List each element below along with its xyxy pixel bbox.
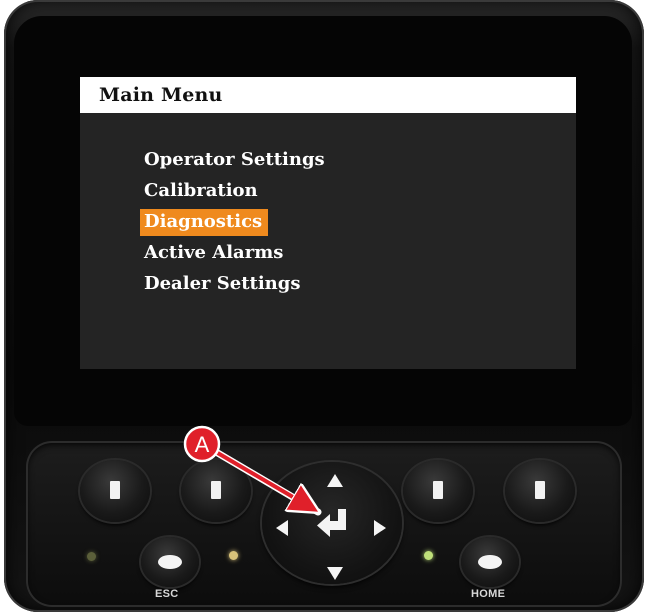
menu-list: Operator Settings Calibration Diagnostic… (140, 147, 331, 302)
soft-key-indicator (535, 481, 545, 499)
menu-item-dealer-settings[interactable]: Dealer Settings (140, 271, 331, 302)
soft-key-1[interactable] (80, 460, 150, 522)
menu-item-operator-settings[interactable]: Operator Settings (140, 147, 331, 178)
display: Main Menu Operator Settings Calibration … (80, 77, 576, 369)
home-button[interactable] (461, 537, 519, 587)
soft-key-4[interactable] (505, 460, 575, 522)
home-label: HOME (471, 588, 506, 600)
menu-item-label: Dealer Settings (144, 273, 301, 294)
menu-item-diagnostics[interactable]: Diagnostics (140, 209, 331, 240)
soft-key-indicator (433, 481, 443, 499)
status-led (87, 552, 96, 561)
soft-key-3[interactable] (403, 460, 473, 522)
arrow-down-icon[interactable] (327, 567, 343, 580)
esc-button[interactable] (141, 537, 199, 587)
menu-item-label: Active Alarms (144, 242, 284, 263)
soft-key-indicator (110, 481, 120, 499)
esc-label: ESC (155, 588, 179, 600)
menu-item-label: Diagnostics (140, 209, 269, 236)
menu-item-label: Operator Settings (144, 149, 325, 170)
callout-label: A (195, 432, 210, 457)
menu-item-calibration[interactable]: Calibration (140, 178, 331, 209)
arrow-right-icon[interactable] (374, 520, 386, 536)
esc-key-dot (158, 555, 182, 569)
menu-title: Main Menu (99, 84, 223, 106)
callout-annotation: A (183, 425, 362, 516)
menu-header: Main Menu (80, 77, 576, 113)
status-led (229, 551, 238, 560)
menu-item-label: Calibration (144, 180, 258, 201)
menu-item-active-alarms[interactable]: Active Alarms (140, 240, 331, 271)
status-led (424, 551, 433, 560)
home-key-dot (478, 555, 502, 569)
